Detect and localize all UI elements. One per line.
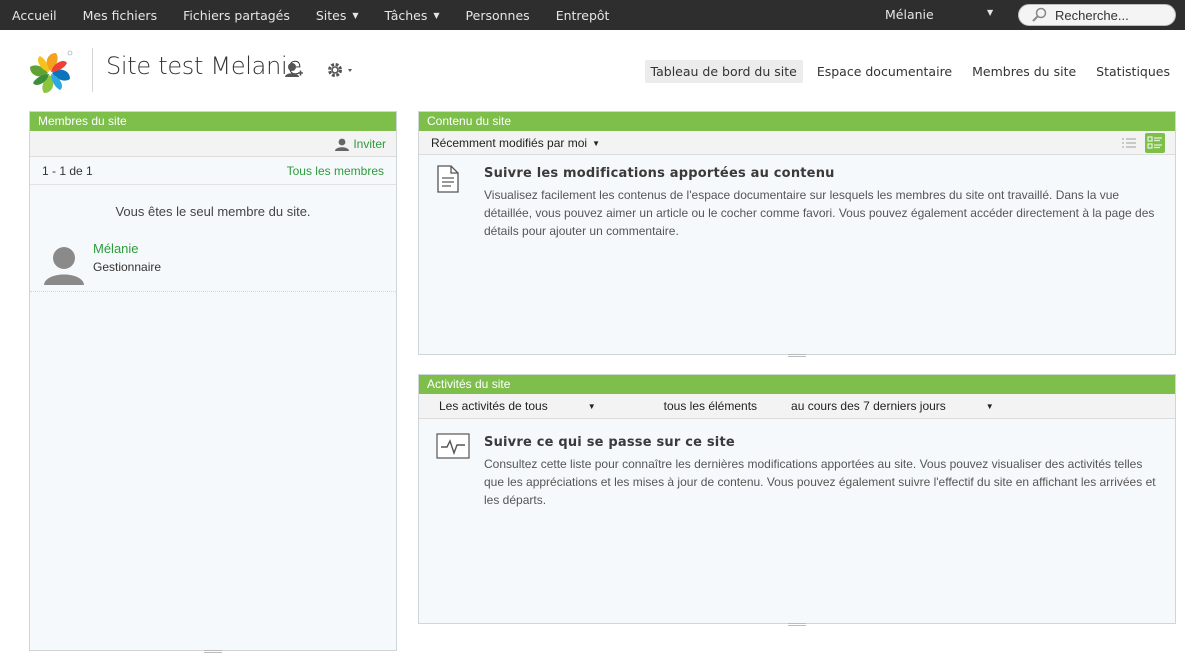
avatar[interactable] (43, 243, 85, 285)
tab-membres-du-site[interactable]: Membres du site (966, 60, 1082, 83)
nav-taches[interactable]: Tâches ▼ (372, 8, 453, 23)
site-members-dashlet: Membres du site Inviter 1 - 1 de 1 Tous … (29, 111, 397, 653)
activities-help-title: Suivre ce qui se passe sur ce site (484, 435, 735, 450)
person-icon (335, 138, 350, 151)
activities-when-dropdown[interactable]: au cours des 7 derniers jours ▼ (791, 394, 1028, 418)
search-box[interactable]: Recherche... (1018, 4, 1176, 26)
nav-sites-label: Sites (315, 7, 347, 23)
tab-espace-documentaire[interactable]: Espace documentaire (811, 60, 958, 83)
user-menu[interactable]: Mélanie (885, 7, 934, 22)
member-role: Gestionnaire (93, 260, 162, 274)
chevron-down-icon: ▼ (985, 402, 994, 411)
view-toggle (1113, 133, 1165, 153)
header-divider (92, 48, 93, 92)
search-icon (1031, 7, 1047, 23)
dashlet-title: Membres du site (30, 112, 396, 131)
activities-when-label: au cours des 7 derniers jours (791, 399, 946, 413)
chevron-down-icon: ▼ (433, 10, 440, 20)
members-count: 1 - 1 de 1 (42, 163, 93, 178)
detailed-view-icon[interactable] (1145, 133, 1165, 153)
resize-handle[interactable] (788, 623, 806, 626)
nav-fichiers-partages[interactable]: Fichiers partagés (170, 8, 303, 23)
activity-pulse-icon (436, 433, 470, 464)
members-paging-row: 1 - 1 de 1 Tous les membres (30, 157, 396, 185)
chevron-down-icon: ▼ (352, 10, 359, 20)
nav-mes-fichiers[interactable]: Mes fichiers (70, 8, 170, 23)
join-site-icon[interactable] (284, 61, 304, 84)
members-toolbar: Inviter (30, 131, 396, 157)
top-navigation-bar: Accueil Mes fichiers Fichiers partagés S… (0, 0, 1185, 30)
list-item: Mélanie Gestionnaire (30, 238, 396, 292)
member-name-link[interactable]: Mélanie (93, 241, 139, 256)
simple-view-icon[interactable] (1119, 133, 1139, 153)
resize-handle[interactable] (788, 354, 806, 357)
alfresco-logo (26, 49, 74, 97)
site-navigation: Tableau de bord du site Espace documenta… (637, 60, 1176, 83)
content-filter-label: Récemment modifiés par moi (431, 136, 588, 150)
dashlet-title: Contenu du site (419, 112, 1175, 131)
tab-statistiques[interactable]: Statistiques (1090, 60, 1176, 83)
nav-personnes[interactable]: Personnes (453, 8, 543, 23)
content-help: Suivre les modifications apportées au co… (484, 166, 1169, 240)
site-activities-dashlet: Activités du site Les activités de tous ▼… (418, 374, 1176, 626)
search-placeholder: Recherche... (1055, 7, 1129, 23)
activities-help-text: Consultez cette liste pour connaître les… (484, 457, 1156, 507)
site-header: Site test Melanie Tableau de bord du sit… (0, 30, 1185, 102)
content-toolbar: Récemment modifiés par moi ▼ (419, 131, 1175, 155)
activities-who-label: Les activités de tous (439, 399, 548, 413)
chevron-down-icon: ▼ (587, 402, 596, 411)
content-help-text: Visualisez facilement les contenus de l'… (484, 188, 1155, 238)
nav-taches-label: Tâches (384, 7, 428, 23)
resize-handle[interactable] (204, 650, 222, 653)
only-member-message: Vous êtes le seul membre du site. (115, 204, 311, 219)
page-title: Site test Melanie (106, 52, 302, 80)
activities-toolbar: Les activités de tous ▼ tous les éléments… (419, 394, 1175, 419)
nav-entrepot[interactable]: Entrepôt (543, 8, 623, 23)
chevron-down-icon[interactable]: ▼ (987, 8, 993, 17)
activities-help: Suivre ce qui se passe sur ce site Consu… (484, 435, 1164, 509)
invite-label: Inviter (353, 137, 386, 151)
activities-what-dropdown[interactable]: tous les éléments (664, 394, 757, 418)
dashlet-title: Activités du site (419, 375, 1175, 394)
chevron-down-icon: ▼ (592, 139, 600, 148)
activities-who-dropdown[interactable]: Les activités de tous ▼ (439, 394, 630, 418)
nav-sites[interactable]: Sites ▼ (303, 8, 372, 23)
content-filter-dropdown[interactable]: Récemment modifiés par moi ▼ (431, 136, 600, 150)
all-members-link[interactable]: Tous les membres (287, 164, 384, 178)
nav-accueil[interactable]: Accueil (0, 8, 70, 23)
tab-tableau-de-bord[interactable]: Tableau de bord du site (644, 60, 803, 83)
site-content-dashlet: Contenu du site Récemment modifiés par m… (418, 111, 1176, 357)
content-help-title: Suivre les modifications apportées au co… (484, 166, 835, 181)
gear-icon[interactable] (326, 61, 356, 84)
invite-button[interactable]: Inviter (335, 137, 386, 151)
document-icon (436, 165, 460, 198)
